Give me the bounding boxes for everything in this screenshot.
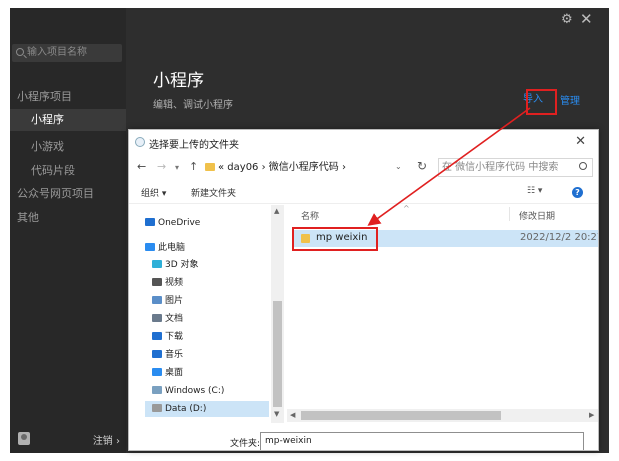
page-subtitle: 编辑、调试小程序	[153, 100, 233, 111]
sidebar-item[interactable]: 其他	[10, 207, 126, 229]
tree-item[interactable]: OneDrive	[145, 215, 200, 231]
sort-indicator-icon: ^	[403, 204, 410, 213]
music-icon	[152, 350, 162, 358]
folder-field-label: 文件夹:	[230, 439, 261, 449]
recent-locations-icon[interactable]: ▾	[175, 163, 179, 172]
address-path: « day06 › 微信小程序代码 ›	[218, 162, 346, 173]
back-arrow-icon[interactable]: ←	[137, 160, 146, 173]
sidebar-item[interactable]: 公众号网页项目	[10, 183, 126, 205]
picture-icon	[152, 296, 162, 304]
scroll-up-icon[interactable]: ▲	[274, 207, 279, 215]
organize-button[interactable]: 组织 ▾	[141, 186, 166, 199]
download-icon	[152, 332, 162, 340]
command-bar: 组织 ▾ 新建文件夹 ☷ ▾ ?	[129, 182, 598, 204]
sidebar: 输入项目名称 小程序项目 小程序小游戏 代码片段 公众号网页项目 其他 注销 ›	[10, 8, 126, 453]
dialog-close-icon[interactable]: ✕	[575, 134, 586, 149]
file-highlight-box	[292, 227, 378, 251]
close-icon[interactable]: ✕	[580, 10, 593, 28]
folder-name-input[interactable]: mp-weixin	[260, 432, 584, 450]
tree-scroll-thumb[interactable]	[273, 301, 282, 407]
tree-item-label: 文档	[165, 314, 184, 324]
dialog-search-placeholder: 在 微信小程序代码 中搜索	[442, 162, 559, 173]
search-icon	[579, 162, 587, 170]
sidebar-item[interactable]: 代码片段	[10, 160, 126, 182]
tree-item-label: 视频	[165, 278, 184, 288]
tree-scrollbar[interactable]: ▲ ▼	[271, 205, 284, 423]
tree-item[interactable]: 图片	[152, 293, 183, 309]
tree-item[interactable]: Windows (C:)	[152, 383, 224, 399]
desktop-icon	[152, 368, 162, 376]
view-options-button[interactable]: ☷ ▾	[527, 186, 542, 196]
tree-item-label: Data (D:)	[165, 404, 207, 414]
project-search-input[interactable]: 输入项目名称	[12, 44, 122, 62]
folder-icon	[205, 163, 215, 171]
search-icon	[16, 48, 24, 56]
drive-icon	[152, 404, 162, 412]
column-header-name[interactable]: 名称	[301, 209, 319, 222]
tree-item-label: 音乐	[165, 350, 184, 360]
user-row: 注销 ›	[10, 428, 126, 450]
tree-item[interactable]: 文档	[152, 311, 183, 327]
navigation-pane: OneDrive 此电脑 3D 对象视频图片文档下载音乐桌面 Windows (C:)…	[129, 205, 285, 423]
tree-item-label: 图片	[165, 296, 184, 306]
tree-item[interactable]: 音乐	[152, 347, 183, 363]
tree-item-label: OneDrive	[158, 218, 201, 228]
sidebar-item[interactable]: 小程序	[10, 109, 126, 131]
scroll-right-icon[interactable]: ▶	[589, 411, 594, 419]
tree-item-label: 下载	[165, 332, 184, 342]
forward-arrow-icon[interactable]: →	[157, 160, 166, 173]
tree-item[interactable]: 桌面	[152, 365, 183, 381]
scroll-left-icon[interactable]: ◀	[290, 411, 295, 419]
tree-item[interactable]: 此电脑	[145, 240, 185, 256]
import-highlight-box	[526, 89, 557, 115]
cloud-icon	[145, 218, 155, 226]
file-date: 2022/12/2 20:27	[520, 232, 599, 243]
tree-item-label: 桌面	[165, 368, 184, 378]
address-dropdown-icon[interactable]: ⌄	[395, 162, 402, 171]
logout-button[interactable]: 注销 ›	[93, 432, 120, 447]
drive-icon	[152, 386, 162, 394]
gear-icon[interactable]: ⚙	[561, 12, 573, 27]
page-title: 小程序	[153, 71, 204, 91]
app-icon	[135, 137, 145, 147]
horizontal-scroll-thumb[interactable]	[301, 411, 501, 420]
tree-item[interactable]: 下载	[152, 329, 183, 345]
up-arrow-icon[interactable]: ↑	[189, 160, 198, 173]
computer-icon	[145, 243, 155, 251]
tree-item[interactable]: Data (D:)	[145, 401, 269, 417]
column-divider[interactable]	[509, 207, 510, 221]
dialog-titlebar: 选择要上传的文件夹 ✕	[129, 130, 598, 154]
sidebar-item[interactable]: 小程序项目	[10, 86, 126, 108]
scroll-down-icon[interactable]: ▼	[274, 410, 279, 418]
dialog-title: 选择要上传的文件夹	[149, 140, 239, 151]
tree-item-label: Windows (C:)	[165, 386, 225, 396]
help-icon[interactable]: ?	[572, 187, 583, 198]
refresh-icon[interactable]: ↻	[417, 159, 427, 173]
sidebar-item[interactable]: 小游戏	[10, 136, 126, 158]
folder-picker-dialog: 选择要上传的文件夹 ✕ ← → ▾ ↑ « day06 › 微信小程序代码 › …	[128, 129, 599, 451]
search-placeholder: 输入项目名称	[27, 47, 87, 58]
new-folder-button[interactable]: 新建文件夹	[191, 186, 236, 199]
column-header-date[interactable]: 修改日期	[519, 209, 555, 222]
dialog-search-input[interactable]: 在 微信小程序代码 中搜索	[438, 158, 593, 177]
manage-button[interactable]: 管理	[560, 92, 580, 107]
avatar[interactable]	[18, 432, 30, 445]
tree-item-label: 3D 对象	[165, 260, 199, 270]
cube-icon	[152, 260, 162, 268]
video-icon	[152, 278, 162, 286]
horizontal-scrollbar[interactable]: ◀ ▶	[287, 409, 598, 422]
tree-item-label: 此电脑	[158, 243, 186, 253]
navigation-bar: ← → ▾ ↑ « day06 › 微信小程序代码 › ⌄ ↻ 在 微信小程序代…	[129, 156, 598, 180]
document-icon	[152, 314, 162, 322]
tree-item[interactable]: 3D 对象	[152, 257, 199, 273]
tree-item[interactable]: 视频	[152, 275, 183, 291]
